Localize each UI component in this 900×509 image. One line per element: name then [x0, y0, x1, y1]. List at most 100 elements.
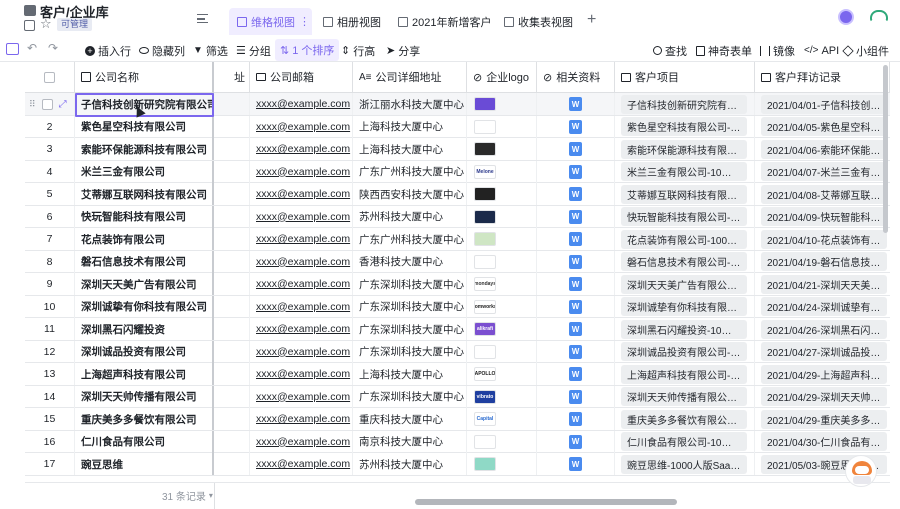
- linked-project-tag[interactable]: 索能环保能源科技有限公司...: [621, 139, 747, 159]
- drag-handle-icon[interactable]: ⠿: [29, 99, 36, 110]
- table-row[interactable]: 17 豌豆思维 xxxx@example.com 苏州科技大厦中心 W 豌豆思维-1000…: [25, 453, 890, 476]
- form-button[interactable]: 神奇表单: [696, 42, 752, 59]
- logo-cell[interactable]: jomworks: [467, 295, 537, 318]
- column-header-visit[interactable]: 客户拜访记录: [755, 62, 890, 93]
- logo-cell[interactable]: [467, 430, 537, 453]
- email-cell[interactable]: xxxx@example.com: [250, 228, 353, 250]
- docs-cell[interactable]: W: [537, 160, 615, 183]
- linked-visit-tag[interactable]: 2021/04/24-深圳诚挚有你...: [761, 297, 887, 316]
- company-logo-image[interactable]: [474, 434, 496, 449]
- sync-icon[interactable]: [870, 10, 888, 22]
- visit-cell[interactable]: 2021/04/29-上海超声科技...: [755, 363, 890, 385]
- email-link[interactable]: xxxx@example.com: [256, 458, 350, 470]
- row-checkbox[interactable]: [41, 98, 53, 110]
- visit-cell[interactable]: 2021/04/29-深圳天天帅传...: [755, 386, 890, 408]
- address-partial-cell[interactable]: [214, 250, 250, 273]
- company-logo-image[interactable]: jomworks: [474, 299, 496, 314]
- word-document-icon[interactable]: W: [569, 254, 582, 269]
- visit-cell[interactable]: 2021/04/05-紫色星空科技...: [755, 116, 890, 138]
- project-cell[interactable]: 上海超声科技有限公司-30...: [615, 363, 755, 385]
- email-link[interactable]: xxxx@example.com: [256, 368, 350, 380]
- address-cell[interactable]: 广东深圳科技大厦中心: [353, 340, 467, 363]
- company-logo-image[interactable]: [474, 209, 496, 224]
- project-cell[interactable]: 快玩智能科技有限公司-10...: [615, 205, 755, 228]
- linked-visit-tag[interactable]: 2021/04/29-重庆美多多餐...: [761, 409, 887, 429]
- company-logo-image[interactable]: [474, 119, 496, 134]
- logo-cell[interactable]: [467, 250, 537, 273]
- tab-new-customers[interactable]: 2021年新增客户: [398, 14, 491, 30]
- linked-visit-tag[interactable]: 2021/04/06-索能环保能源...: [761, 139, 887, 159]
- docs-cell[interactable]: W: [537, 453, 615, 475]
- table-row[interactable]: 14 深圳天天帅传播有限公司 xxxx@example.com 广东深圳科技大厦中心 v…: [25, 385, 890, 408]
- linked-visit-tag[interactable]: 2021/04/01-子信科技创新...: [761, 94, 887, 114]
- table-row[interactable]: 8 磐石信息技术有限公司 xxxx@example.com 香港科技大厦中心 W 磐石信息…: [25, 250, 890, 273]
- company-logo-image[interactable]: [474, 187, 496, 201]
- linked-visit-tag[interactable]: 2021/04/10-花点装饰有限...: [761, 229, 887, 249]
- company-name-cell[interactable]: 深圳诚品投资有限公司: [75, 340, 214, 363]
- email-link[interactable]: xxxx@example.com: [256, 413, 350, 425]
- visit-cell[interactable]: 2021/04/10-花点装饰有限...: [755, 228, 890, 250]
- email-cell[interactable]: xxxx@example.com: [250, 363, 353, 385]
- email-cell[interactable]: xxxx@example.com: [250, 318, 353, 340]
- company-name-cell[interactable]: 上海超声科技有限公司: [75, 363, 214, 385]
- email-cell[interactable]: xxxx@example.com: [250, 340, 353, 363]
- linked-visit-tag[interactable]: 2021/04/19-磐石信息技术...: [761, 252, 887, 271]
- logo-cell[interactable]: [467, 115, 537, 138]
- email-link[interactable]: xxxx@example.com: [256, 323, 350, 335]
- company-logo-image[interactable]: [474, 232, 496, 246]
- address-partial-cell[interactable]: [214, 205, 250, 228]
- email-cell[interactable]: xxxx@example.com: [250, 385, 353, 408]
- word-document-icon[interactable]: W: [569, 187, 582, 201]
- table-row[interactable]: 16 仁川食品有限公司 xxxx@example.com 南京科技大厦中心 W 仁川食品有…: [25, 430, 890, 453]
- word-document-icon[interactable]: W: [569, 277, 582, 291]
- project-cell[interactable]: 深圳天天帅传播有限公司-5...: [615, 385, 755, 408]
- table-row[interactable]: 10 深圳诚挚有你科技有限公司 xxxx@example.com 广东深圳科技大厦中心…: [25, 295, 890, 318]
- tab-grid-view[interactable]: 维格视图 ⋮: [229, 8, 312, 35]
- linked-project-tag[interactable]: 重庆美多多餐饮有限公司-1...: [621, 409, 747, 429]
- column-header-name[interactable]: 公司名称: [75, 62, 214, 93]
- docs-cell[interactable]: W: [537, 408, 615, 430]
- address-partial-cell[interactable]: [214, 93, 250, 115]
- logo-cell[interactable]: [467, 453, 537, 475]
- company-logo-image[interactable]: mondays: [474, 277, 496, 291]
- project-cell[interactable]: 磐石信息技术有限公司-100...: [615, 250, 755, 273]
- linked-project-tag[interactable]: 子信科技创新研究院有限公...: [621, 94, 747, 114]
- company-name-cell[interactable]: 深圳黑石闪耀投资: [75, 318, 214, 340]
- column-header-email[interactable]: 公司邮箱: [250, 62, 353, 93]
- company-logo-image[interactable]: Melone: [474, 164, 496, 179]
- hide-fields-button[interactable]: 隐藏列: [139, 42, 185, 59]
- find-button[interactable]: 查找: [653, 42, 687, 59]
- company-logo-image[interactable]: [474, 344, 496, 359]
- address-cell[interactable]: 广东深圳科技大厦中心: [353, 318, 467, 340]
- email-cell[interactable]: xxxx@example.com: [250, 273, 353, 295]
- linked-project-tag[interactable]: 深圳天天美广告有限公司-3...: [621, 274, 747, 294]
- more-icon[interactable]: ⋮: [299, 15, 310, 28]
- docs-cell[interactable]: W: [537, 205, 615, 228]
- email-cell[interactable]: xxxx@example.com: [250, 160, 353, 183]
- email-link[interactable]: xxxx@example.com: [256, 233, 350, 245]
- linked-project-tag[interactable]: 上海超声科技有限公司-30...: [621, 364, 747, 384]
- company-logo-image[interactable]: vibrato: [474, 389, 496, 404]
- address-cell[interactable]: 陕西西安科技大厦中心: [353, 183, 467, 205]
- table-row[interactable]: 5 艾蒂娜互联网科技有限公司 xxxx@example.com 陕西西安科技大厦中心 W…: [25, 183, 890, 206]
- docs-cell[interactable]: W: [537, 295, 615, 318]
- address-cell[interactable]: 广东深圳科技大厦中心: [353, 385, 467, 408]
- address-cell[interactable]: 广东深圳科技大厦中心: [353, 273, 467, 295]
- company-logo-image[interactable]: [474, 142, 496, 156]
- project-cell[interactable]: 索能环保能源科技有限公司...: [615, 138, 755, 160]
- company-logo-image[interactable]: APOLLO: [474, 367, 496, 381]
- address-cell[interactable]: 苏州科技大厦中心: [353, 453, 467, 475]
- email-link[interactable]: xxxx@example.com: [256, 301, 350, 313]
- docs-cell[interactable]: W: [537, 138, 615, 160]
- word-document-icon[interactable]: W: [569, 232, 582, 246]
- address-partial-cell[interactable]: [214, 340, 250, 363]
- email-cell[interactable]: xxxx@example.com: [250, 453, 353, 475]
- linked-project-tag[interactable]: 深圳诚挚有你科技有限公司...: [621, 297, 747, 316]
- address-partial-cell[interactable]: [214, 363, 250, 385]
- linked-visit-tag[interactable]: 2021/04/26-深圳黑石闪耀...: [761, 319, 887, 339]
- word-document-icon[interactable]: W: [569, 389, 582, 404]
- column-header-project[interactable]: 客户项目: [615, 62, 755, 93]
- visit-cell[interactable]: 2021/04/01-子信科技创新...: [755, 93, 890, 115]
- table-row[interactable]: 6 快玩智能科技有限公司 xxxx@example.com 苏州科技大厦中心 W 快玩智能…: [25, 205, 890, 228]
- permission-badge[interactable]: 可管理: [57, 18, 93, 31]
